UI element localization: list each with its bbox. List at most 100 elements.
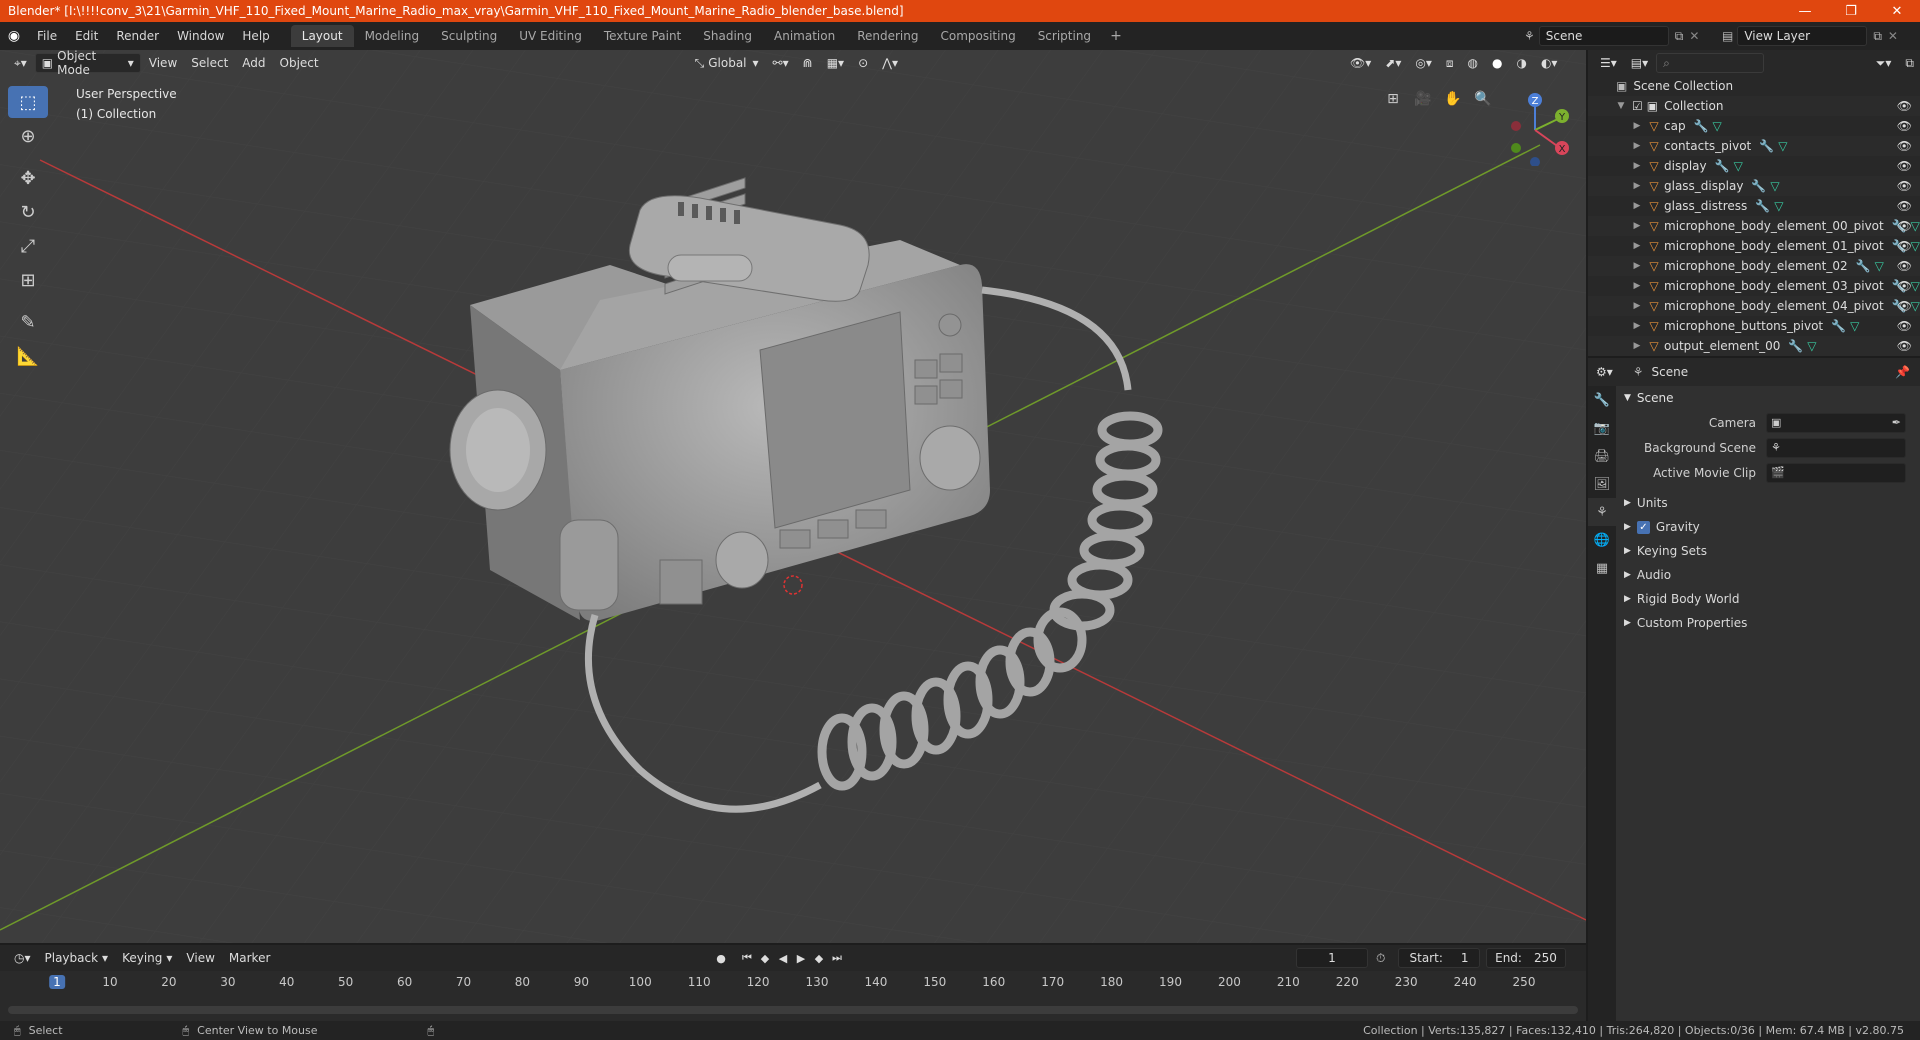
world-tab-icon[interactable]: 🌐	[1588, 526, 1616, 554]
scene-collection-row[interactable]: ▣ Scene Collection	[1588, 76, 1920, 96]
annotate-tool-icon[interactable]: ✎	[8, 306, 48, 338]
view-layer-selector[interactable]: ▤ View Layer ⧉ ✕	[1722, 25, 1918, 47]
outliner-item[interactable]: ▶ ▽ microphone_body_element_01_pivot 🔧 ▽ 👁	[1588, 236, 1920, 256]
menu-select[interactable]: Select	[185, 53, 234, 73]
eye-icon[interactable]: 👁	[1897, 99, 1912, 113]
cursor-tool-icon[interactable]: ⊕	[8, 120, 48, 152]
zoom-icon[interactable]: 🔍	[1470, 86, 1496, 112]
expand-arrow-icon[interactable]: ▶	[1630, 301, 1644, 311]
mesh-data-icon[interactable]: ▽	[1774, 199, 1783, 213]
gizmo-toggle-icon[interactable]: ⬈▾	[1379, 53, 1407, 73]
end-frame-field[interactable]: End: 250	[1486, 948, 1566, 968]
checkbox-icon[interactable]: ☑	[1632, 99, 1643, 113]
render-tab-icon[interactable]: 📷	[1588, 414, 1616, 442]
modifier-icon[interactable]: 🔧	[1788, 339, 1803, 353]
custom-properties-panel[interactable]: ▶ Custom Properties	[1616, 611, 1920, 635]
solid-shading-icon[interactable]: ●	[1486, 53, 1508, 73]
visibility-icon[interactable]: 👁▾	[1344, 53, 1377, 73]
menu-window[interactable]: Window	[168, 22, 233, 50]
scene-tab-icon[interactable]: ⚘	[1588, 498, 1616, 526]
menu-timeline-view[interactable]: View	[180, 948, 220, 968]
3d-viewport[interactable]: ⌖▾ ▣ Object Mode ▾ View Select Add Objec…	[0, 50, 1586, 943]
material-shading-icon[interactable]: ◑	[1510, 53, 1532, 73]
properties-editor-type-icon[interactable]: ⚙▾	[1590, 362, 1619, 382]
mesh-data-icon[interactable]: ▽	[1770, 179, 1779, 193]
ortho-grid-icon[interactable]: ⊞	[1380, 86, 1406, 112]
display-mode-icon[interactable]: ▤▾	[1625, 53, 1654, 73]
expand-arrow-icon[interactable]: ▶	[1630, 261, 1644, 271]
expand-arrow-icon[interactable]: ▶	[1630, 221, 1644, 231]
outliner-item[interactable]: ▶ ▽ cap 🔧 ▽ 👁	[1588, 116, 1920, 136]
measure-tool-icon[interactable]: 📐	[8, 340, 48, 372]
menu-keying[interactable]: Keying ▾	[116, 948, 178, 968]
navigation-gizmo[interactable]: Z Y X	[1500, 86, 1570, 166]
camera-field[interactable]: ▣ ✒	[1766, 412, 1906, 433]
outliner-item[interactable]: ▶ ▽ glass_display 🔧 ▽ 👁	[1588, 176, 1920, 196]
expand-arrow-icon[interactable]: ▶	[1630, 281, 1644, 291]
menu-file[interactable]: File	[28, 22, 66, 50]
expand-arrow-icon[interactable]: ▶	[1630, 181, 1644, 191]
eye-icon[interactable]: 👁	[1897, 159, 1912, 173]
falloff-icon[interactable]: ⋀▾	[876, 53, 904, 73]
outliner-item[interactable]: ▶ ▽ contacts_pivot 🔧 ▽ 👁	[1588, 136, 1920, 156]
eye-icon[interactable]: 👁	[1897, 179, 1912, 193]
overlay-toggle-icon[interactable]: ◎▾	[1409, 53, 1438, 73]
outliner-item[interactable]: ▶ ▽ microphone_buttons_pivot 🔧 ▽ 👁	[1588, 316, 1920, 336]
eye-icon[interactable]: 👁	[1897, 199, 1912, 213]
viewport-scene[interactable]	[0, 50, 1586, 943]
eye-icon[interactable]: 👁	[1897, 279, 1912, 293]
prev-keyframe-icon[interactable]: ◆	[756, 952, 774, 965]
rendered-shading-icon[interactable]: ◐▾	[1535, 53, 1564, 73]
tab-shading[interactable]: Shading	[692, 25, 763, 47]
menu-help[interactable]: Help	[233, 22, 278, 50]
eye-icon[interactable]: 👁	[1897, 299, 1912, 313]
pivot-icon[interactable]: ⚯▾	[767, 53, 795, 73]
outliner-item[interactable]: ▶ ▽ microphone_body_element_02 🔧 ▽ 👁	[1588, 256, 1920, 276]
units-panel[interactable]: ▶ Units	[1616, 491, 1920, 515]
add-workspace-button[interactable]: +	[1102, 28, 1130, 44]
remove-view-layer-icon[interactable]: ✕	[1888, 29, 1898, 43]
background-scene-field[interactable]: ⚘	[1766, 437, 1906, 458]
outliner-item[interactable]: ▶ ▽ output_element_00 🔧 ▽ 👁	[1588, 336, 1920, 356]
mesh-data-icon[interactable]: ▽	[1713, 119, 1722, 133]
filter-icon[interactable]: ⏷▾	[1870, 53, 1898, 73]
camera-view-icon[interactable]: 🎥	[1410, 86, 1436, 112]
modifier-icon[interactable]: 🔧	[1694, 119, 1709, 133]
modifier-icon[interactable]: 🔧	[1856, 259, 1871, 273]
eye-icon[interactable]: 👁	[1897, 319, 1912, 333]
scale-tool-icon[interactable]: ⤢	[8, 230, 48, 262]
outliner-item[interactable]: ▶ ▽ display 🔧 ▽ 👁	[1588, 156, 1920, 176]
eye-icon[interactable]: 👁	[1897, 139, 1912, 153]
expand-arrow-icon[interactable]: ▼	[1614, 101, 1628, 111]
scene-selector[interactable]: ⚘ Scene ⧉ ✕	[1524, 25, 1744, 47]
eyedropper-icon[interactable]: ✒	[1892, 416, 1901, 429]
expand-arrow-icon[interactable]: ▶	[1630, 121, 1644, 131]
mesh-data-icon[interactable]: ▽	[1778, 139, 1787, 153]
outliner-item[interactable]: ▶ ▽ microphone_body_element_04_pivot 🔧 ▽ 👁	[1588, 296, 1920, 316]
pin-icon[interactable]: 📌	[1895, 365, 1910, 379]
scene-name-field[interactable]: Scene	[1538, 26, 1669, 46]
gravity-checkbox[interactable]: ✓	[1636, 520, 1650, 534]
eye-icon[interactable]: 👁	[1897, 239, 1912, 253]
expand-arrow-icon[interactable]: ▶	[1630, 201, 1644, 211]
modifier-icon[interactable]: 🔧	[1831, 319, 1846, 333]
remove-scene-icon[interactable]: ✕	[1689, 29, 1699, 43]
orientation-dropdown[interactable]: ⤡ Global ▾	[689, 53, 765, 73]
active-movie-clip-field[interactable]: 🎬	[1766, 462, 1906, 483]
menu-marker[interactable]: Marker	[223, 948, 276, 968]
mesh-data-icon[interactable]: ▽	[1734, 159, 1743, 173]
close-button[interactable]: ✕	[1874, 0, 1920, 22]
snap-icon[interactable]: ⋒	[797, 53, 819, 73]
snap-target-icon[interactable]: ▦▾	[821, 53, 850, 73]
timeline-editor-type-icon[interactable]: ◷▾	[8, 948, 37, 968]
mesh-data-icon[interactable]: ▽	[1875, 259, 1884, 273]
modifier-icon[interactable]: 🔧	[1751, 179, 1766, 193]
eye-icon[interactable]: 👁	[1897, 259, 1912, 273]
collection-row[interactable]: ▼ ☑ ▣ Collection 👁	[1588, 96, 1920, 116]
xray-icon[interactable]: ⧈	[1440, 53, 1460, 73]
modifier-icon[interactable]: 🔧	[1755, 199, 1770, 213]
mesh-data-icon[interactable]: ▽	[1911, 219, 1920, 233]
maximize-button[interactable]: ❐	[1828, 0, 1874, 22]
outliner-item[interactable]: ▶ ▽ glass_distress 🔧 ▽ 👁	[1588, 196, 1920, 216]
mesh-data-icon[interactable]: ▽	[1911, 239, 1920, 253]
